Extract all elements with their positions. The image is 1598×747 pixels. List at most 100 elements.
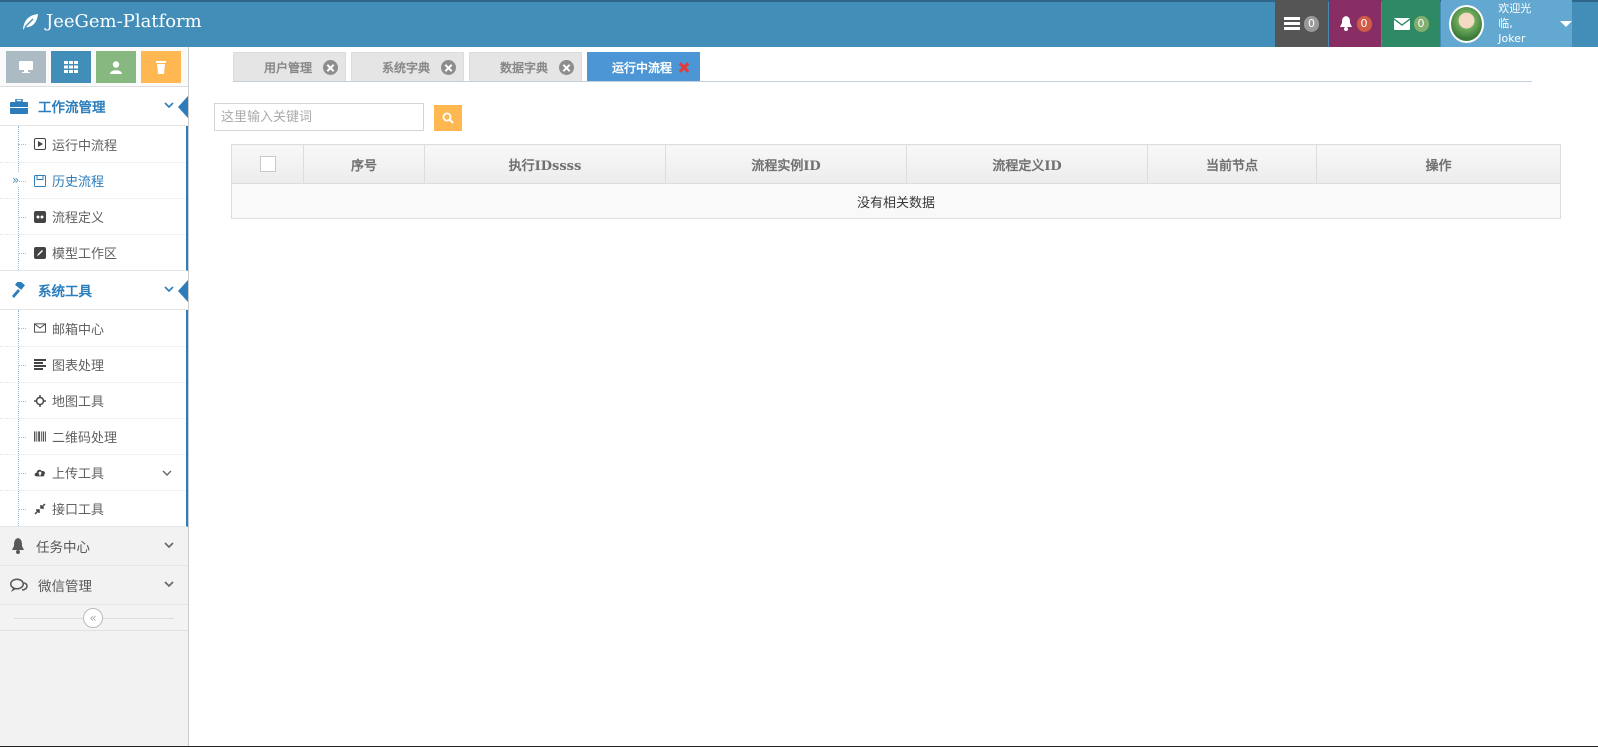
tasks-button[interactable]: 0 <box>1275 0 1328 47</box>
shortcut-user-button[interactable] <box>96 51 136 83</box>
chevron-down-icon <box>162 470 172 476</box>
tab-label: 数据字典 <box>500 60 549 75</box>
table-row: 没有相关数据 <box>231 183 1561 219</box>
sidebar-item-mail-center[interactable]: 邮箱中心 <box>0 310 186 346</box>
flask-icon <box>156 60 166 74</box>
column-header[interactable]: 操作 <box>1316 144 1561 184</box>
messages-badge: 0 <box>1413 15 1429 32</box>
process-table: 序号 执行IDssss 流程实例ID 流程定义ID 当前节点 操作 没有相关数据 <box>231 144 1561 219</box>
menu-workflow-label: 工作流管理 <box>38 100 106 116</box>
sidebar-shortcuts <box>0 47 188 87</box>
sidebar: 工作流管理 运行中流程 » 历史流程 流程定义 模型工作区 系统工具 邮箱中心 <box>0 47 189 747</box>
dots-square-icon <box>34 210 46 223</box>
user-menu-button[interactable]: 欢迎光临, Joker <box>1441 0 1572 47</box>
column-header[interactable]: 执行IDssss <box>424 144 666 184</box>
cloud-upload-icon <box>34 467 46 479</box>
sidebar-item-label: 图表处理 <box>52 359 105 374</box>
top-navbar: JeeGem-Platform 0 0 0 欢迎光临, Joker <box>0 0 1598 47</box>
play-square-icon <box>34 138 46 150</box>
sidebar-item-label: 邮箱中心 <box>52 322 105 338</box>
sidebar-item-label: 接口工具 <box>52 503 105 518</box>
tab-label: 系统字典 <box>382 60 431 75</box>
select-all-cell <box>231 144 304 184</box>
brand-logo[interactable]: JeeGem-Platform <box>20 11 202 32</box>
close-icon[interactable] <box>559 60 574 75</box>
empty-message: 没有相关数据 <box>231 183 1561 219</box>
column-header[interactable]: 流程定义ID <box>906 144 1148 184</box>
chevron-down-icon <box>164 286 174 293</box>
barcode-icon <box>34 431 46 443</box>
shortcut-tool-button[interactable] <box>141 51 181 83</box>
chevron-down-icon <box>164 581 174 588</box>
envelope-outline-icon <box>34 322 46 334</box>
double-chevron-right-icon: » <box>12 173 20 187</box>
sidebar-item-interface-tools[interactable]: 接口工具 <box>0 490 186 526</box>
tasks-badge: 0 <box>1304 15 1319 32</box>
menu-task-center-label: 任务中心 <box>36 540 90 556</box>
save-icon <box>34 174 46 187</box>
sidebar-item-label: 二维码处理 <box>52 431 118 446</box>
sidebar-item-history-process[interactable]: » 历史流程 <box>0 162 186 198</box>
menu-system-tools[interactable]: 系统工具 <box>0 271 188 310</box>
sidebar-item-upload-tools[interactable]: 上传工具 <box>0 454 186 490</box>
sidebar-item-chart-processing[interactable]: 图表处理 <box>0 346 186 382</box>
crosshair-icon <box>34 394 46 407</box>
align-left-icon <box>34 359 46 371</box>
search-button[interactable] <box>434 105 462 131</box>
user-info: 欢迎光临, Joker <box>1498 1 1542 46</box>
brand-name: JeeGem-Platform <box>46 11 202 32</box>
sidebar-item-label: 运行中流程 <box>52 138 118 154</box>
tab-label: 运行中流程 <box>612 60 673 75</box>
tab-system-dictionary[interactable]: 系统字典 <box>351 52 464 81</box>
close-icon[interactable] <box>323 60 338 75</box>
search-icon <box>442 112 454 124</box>
menu-wechat-label: 微信管理 <box>38 579 92 595</box>
tab-running-process[interactable]: 运行中流程 <box>587 52 700 81</box>
menu-wechat-management[interactable]: 微信管理 <box>0 566 188 605</box>
edit-square-icon <box>34 246 46 259</box>
messages-button[interactable]: 0 <box>1382 0 1440 47</box>
page-tabs: 用户管理 系统字典 数据字典 运行中流程 <box>233 52 1532 82</box>
sidebar-item-label: 地图工具 <box>52 395 105 410</box>
sidebar-item-process-definition[interactable]: 流程定义 <box>0 198 186 234</box>
shortcut-desktop-button[interactable] <box>6 51 46 83</box>
sidebar-collapse-bar: « <box>0 605 188 631</box>
bell-icon <box>12 538 24 554</box>
close-icon[interactable] <box>677 60 692 75</box>
menu-task-center[interactable]: 任务中心 <box>0 527 188 566</box>
column-header[interactable]: 序号 <box>303 144 425 184</box>
sidebar-item-running-process[interactable]: 运行中流程 <box>0 126 186 162</box>
menu-workflow-management[interactable]: 工作流管理 <box>0 87 188 126</box>
gavel-icon <box>12 282 25 298</box>
sidebar-item-map-tools[interactable]: 地图工具 <box>0 382 186 418</box>
search-input[interactable] <box>214 103 424 131</box>
sidebar-item-model-workspace[interactable]: 模型工作区 <box>0 234 186 270</box>
menu-system-tools-label: 系统工具 <box>38 284 92 300</box>
shortcut-grid-button[interactable] <box>51 51 91 83</box>
avatar <box>1449 4 1485 43</box>
sidebar-item-label: 流程定义 <box>52 211 105 226</box>
column-header[interactable]: 当前节点 <box>1147 144 1317 184</box>
tab-user-management[interactable]: 用户管理 <box>233 52 346 81</box>
grid-icon <box>64 61 78 73</box>
close-icon[interactable] <box>441 60 456 75</box>
user-name: Joker <box>1498 32 1526 45</box>
notifications-button[interactable]: 0 <box>1329 0 1381 47</box>
select-all-checkbox[interactable] <box>259 156 276 172</box>
user-icon <box>110 60 122 74</box>
column-header[interactable]: 流程实例ID <box>665 144 907 184</box>
tab-data-dictionary[interactable]: 数据字典 <box>469 52 582 81</box>
chevron-down-icon <box>164 542 174 549</box>
compress-icon <box>34 502 46 515</box>
comments-icon <box>10 577 28 592</box>
submenu-workflow: 运行中流程 » 历史流程 流程定义 模型工作区 <box>0 126 188 271</box>
sidebar-item-label: 历史流程 <box>52 175 105 190</box>
envelope-icon <box>1393 17 1410 30</box>
tab-label: 用户管理 <box>264 60 313 75</box>
submenu-system-tools: 邮箱中心 图表处理 地图工具 二维码处理 上传工具 接口工具 <box>0 310 188 527</box>
chevron-down-icon <box>164 102 174 109</box>
sidebar-item-qrcode-processing[interactable]: 二维码处理 <box>0 418 186 454</box>
bell-icon <box>1339 16 1352 31</box>
double-chevron-left-icon[interactable]: « <box>83 608 103 628</box>
desktop-icon <box>19 61 33 73</box>
